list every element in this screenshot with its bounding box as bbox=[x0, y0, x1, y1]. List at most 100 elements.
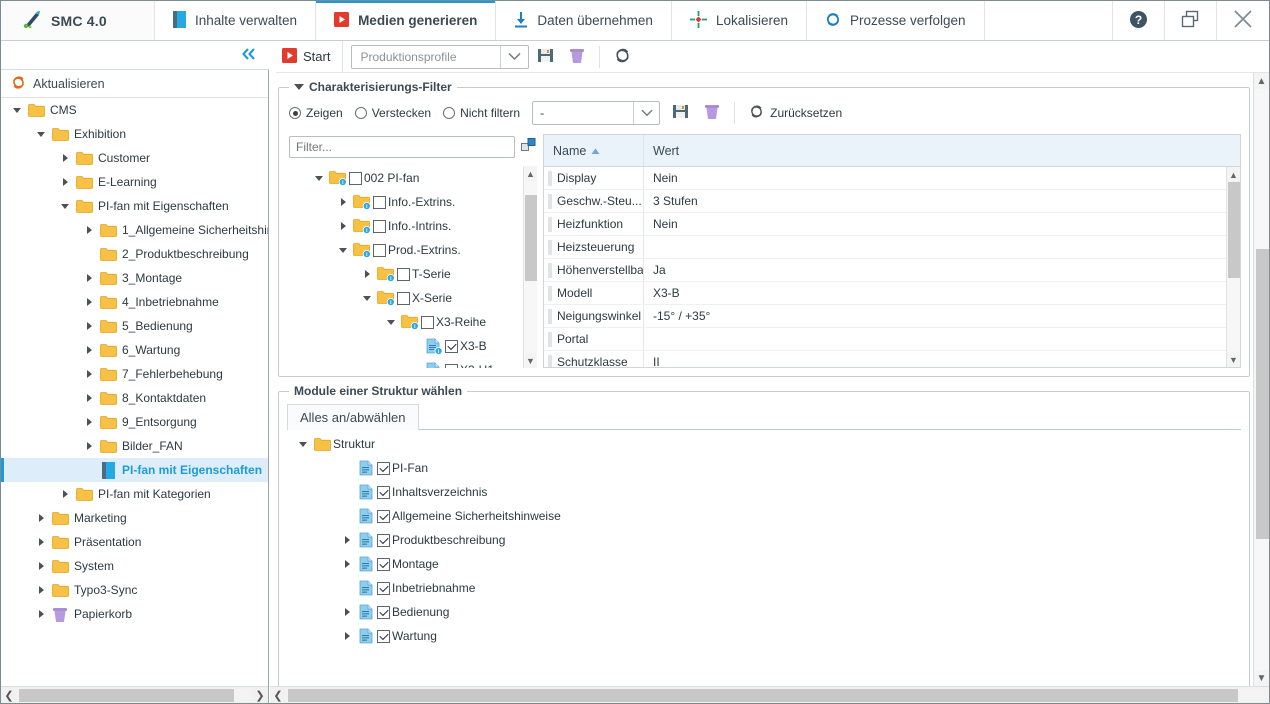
node-checkbox[interactable] bbox=[373, 219, 386, 233]
tab-prozesse-verfolgen[interactable]: Prozesse verfolgen bbox=[807, 1, 985, 40]
twisty[interactable] bbox=[33, 602, 49, 626]
twisty-right-icon[interactable] bbox=[62, 490, 68, 498]
reset-filter-button[interactable]: Zurücksetzen bbox=[741, 104, 850, 122]
twisty[interactable] bbox=[81, 410, 97, 434]
tab-medien-generieren[interactable]: Medien generieren bbox=[316, 1, 497, 40]
main-vertical-scrollbar[interactable]: ▲ ▼ bbox=[1253, 73, 1269, 686]
sidebar-tree-item[interactable]: Papierkorb bbox=[1, 602, 268, 626]
twisty-right-icon[interactable] bbox=[340, 198, 346, 206]
sidebar-tree-item[interactable]: Exhibition bbox=[1, 122, 268, 146]
twisty-right-icon[interactable] bbox=[344, 560, 350, 568]
twisty-down-icon[interactable] bbox=[315, 175, 323, 181]
node-checkbox[interactable] bbox=[373, 243, 386, 257]
characterization-tree-item[interactable]: i Prod.-Extrins. bbox=[289, 238, 523, 262]
twisty[interactable] bbox=[81, 338, 97, 362]
twisty-right-icon[interactable] bbox=[340, 222, 346, 230]
toggle-all-button[interactable]: Alles an/abwählen bbox=[287, 404, 419, 430]
scroll-right-icon[interactable]: ❯ bbox=[252, 689, 268, 702]
sidebar-tree-item[interactable]: Typo3-Sync bbox=[1, 578, 268, 602]
node-checkbox[interactable] bbox=[445, 363, 458, 368]
twisty[interactable] bbox=[81, 314, 97, 338]
twisty[interactable] bbox=[359, 262, 375, 286]
twisty-right-icon[interactable] bbox=[344, 536, 350, 544]
module-tree-item[interactable]: Struktur bbox=[287, 432, 1241, 456]
twisty-right-icon[interactable] bbox=[344, 632, 350, 640]
chevron-double-left-icon[interactable] bbox=[241, 47, 257, 64]
twisty[interactable] bbox=[339, 456, 355, 480]
sidebar-tree-item[interactable]: 3_Montage bbox=[1, 266, 268, 290]
twisty-down-icon[interactable] bbox=[363, 295, 371, 301]
twisty-right-icon[interactable] bbox=[38, 586, 44, 594]
scroll-track[interactable] bbox=[17, 688, 252, 702]
node-checkbox[interactable] bbox=[397, 291, 410, 305]
module-tree-item[interactable]: Inhaltsverzeichnis bbox=[287, 480, 1241, 504]
twisty[interactable] bbox=[57, 170, 73, 194]
sidebar-tree-item[interactable]: 8_Kontaktdaten bbox=[1, 386, 268, 410]
characterization-tree-item[interactable]: i Info.-Intrins. bbox=[289, 214, 523, 238]
characterization-tree-nodes[interactable]: i 002 PI-fan i Info.-Extrins. i Info.-Intrins… bbox=[289, 166, 523, 368]
sidebar-tree-item[interactable]: 7_Fehlerbehebung bbox=[1, 362, 268, 386]
start-button[interactable]: Start bbox=[276, 40, 344, 73]
module-checkbox[interactable] bbox=[377, 605, 390, 619]
module-checkbox[interactable] bbox=[377, 629, 390, 643]
twisty[interactable] bbox=[335, 238, 351, 262]
twisty[interactable] bbox=[9, 98, 25, 122]
twisty-right-icon[interactable] bbox=[86, 346, 92, 354]
sidebar-tree-item[interactable]: 6_Wartung bbox=[1, 338, 268, 362]
twisty[interactable] bbox=[81, 458, 97, 482]
save-filter-button[interactable] bbox=[664, 99, 696, 127]
save-profile-button[interactable] bbox=[529, 43, 561, 71]
characterization-tree-item[interactable]: i X3-Reihe bbox=[289, 310, 523, 334]
characterization-tree-item[interactable]: i X3-B bbox=[289, 334, 523, 358]
radio-zeigen[interactable]: Zeigen bbox=[289, 106, 343, 120]
twisty[interactable] bbox=[81, 218, 97, 242]
twisty-right-icon[interactable] bbox=[86, 442, 92, 450]
twisty[interactable] bbox=[335, 190, 351, 214]
node-checkbox[interactable] bbox=[397, 267, 410, 281]
expand-nodes-icon[interactable] bbox=[521, 137, 537, 157]
twisty[interactable] bbox=[359, 286, 375, 310]
scroll-down-icon[interactable]: ▼ bbox=[1257, 670, 1267, 686]
twisty[interactable] bbox=[33, 554, 49, 578]
radio-verstecken[interactable]: Verstecken bbox=[354, 106, 431, 120]
tab-inhalte-verwalten[interactable]: Inhalte verwalten bbox=[155, 1, 317, 40]
refresh-button[interactable] bbox=[606, 43, 638, 71]
scroll-up-icon[interactable]: ▲ bbox=[526, 166, 535, 181]
characterization-tree-item[interactable]: i X3-H1 bbox=[289, 358, 523, 368]
module-tree-item[interactable]: Montage bbox=[287, 552, 1241, 576]
twisty[interactable] bbox=[81, 242, 97, 266]
production-profile-select[interactable]: Produktionsprofile bbox=[351, 44, 530, 69]
scroll-track[interactable] bbox=[523, 181, 537, 353]
help-button[interactable]: ? bbox=[1113, 1, 1165, 40]
table-row[interactable]: Display Nein bbox=[544, 167, 1240, 190]
column-header-wert[interactable]: Wert bbox=[644, 135, 1240, 166]
module-checkbox[interactable] bbox=[377, 509, 390, 523]
table-row[interactable]: Höhenverstellbar Ja bbox=[544, 259, 1240, 282]
twisty[interactable] bbox=[311, 166, 327, 190]
sidebar-tree-item[interactable]: PI-fan mit Eigenschaften bbox=[1, 458, 268, 482]
module-checkbox[interactable] bbox=[377, 461, 390, 475]
table-row[interactable]: Modell X3-B bbox=[544, 282, 1240, 305]
module-checkbox[interactable] bbox=[377, 557, 390, 571]
twisty[interactable] bbox=[295, 432, 311, 456]
scroll-left-icon[interactable]: ❮ bbox=[270, 689, 286, 702]
twisty[interactable] bbox=[81, 266, 97, 290]
twisty[interactable] bbox=[339, 600, 355, 624]
delete-profile-button[interactable] bbox=[561, 43, 593, 71]
twisty-down-icon[interactable] bbox=[299, 441, 307, 447]
twisty[interactable] bbox=[57, 482, 73, 506]
twisty-down-icon[interactable] bbox=[339, 247, 347, 253]
module-checkbox[interactable] bbox=[377, 485, 390, 499]
scroll-left-icon[interactable]: ❮ bbox=[1, 689, 17, 702]
twisty-right-icon[interactable] bbox=[86, 274, 92, 282]
twisty-down-icon[interactable] bbox=[61, 203, 69, 209]
radio-nicht-filtern[interactable]: Nicht filtern bbox=[443, 106, 520, 120]
sidebar-tree-item[interactable]: CMS bbox=[1, 98, 268, 122]
table-row[interactable]: Schutzklasse II bbox=[544, 351, 1240, 367]
twisty[interactable] bbox=[81, 386, 97, 410]
twisty-right-icon[interactable] bbox=[86, 370, 92, 378]
twisty-right-icon[interactable] bbox=[38, 562, 44, 570]
characterization-tree-item[interactable]: i 002 PI-fan bbox=[289, 166, 523, 190]
characterization-tree-item[interactable]: i Info.-Extrins. bbox=[289, 190, 523, 214]
twisty-right-icon[interactable] bbox=[38, 538, 44, 546]
